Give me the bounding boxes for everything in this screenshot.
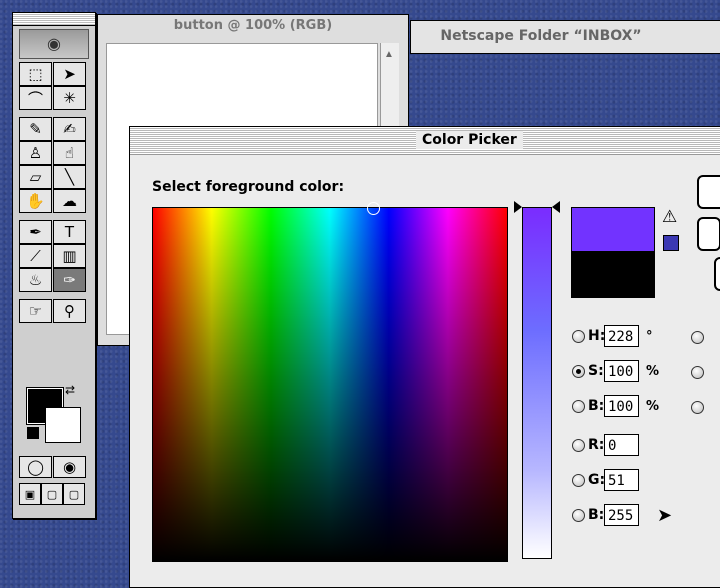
magic-wand-tool-icon[interactable]: ✳ (53, 86, 86, 110)
brightness-row: B: 100 % (572, 394, 659, 418)
sponge-tool-icon[interactable]: ☁ (53, 189, 86, 213)
hue-field[interactable]: 228 (604, 325, 639, 347)
quick-mask-mode-icon[interactable]: ◉ (53, 456, 86, 478)
pen-tool-icon[interactable]: ✒ (19, 220, 52, 244)
red-row: R: 0 (572, 433, 639, 457)
swap-colors-icon[interactable]: ⇄ (65, 383, 75, 397)
mouse-cursor-icon: ➤ (657, 505, 673, 525)
lab-a-radio[interactable] (691, 366, 704, 379)
type-tool-icon[interactable]: T (53, 220, 86, 244)
line-tool-icon[interactable]: ╲ (53, 165, 86, 189)
green-label: G: (588, 472, 606, 488)
standard-mode-icon[interactable]: ◯ (19, 456, 52, 478)
slider-left-arrow-icon[interactable] (514, 201, 522, 213)
eyedropper-tool-icon[interactable]: ✑ (53, 268, 86, 292)
gamut-warning-swatch[interactable] (663, 235, 679, 251)
cancel-button[interactable] (697, 217, 720, 251)
blue-field[interactable]: 255 (604, 504, 639, 526)
brightness-unit: % (646, 398, 660, 414)
green-row: G: 51 (572, 468, 639, 492)
lab-b-radio[interactable] (691, 401, 704, 414)
blue-radio[interactable] (572, 508, 585, 522)
hue-row: H: 228 ° (572, 324, 653, 348)
saturation-row: S: 100 % (572, 359, 659, 383)
rubber-stamp-tool-icon[interactable]: ♙ (19, 141, 52, 165)
paint-bucket-tool-icon[interactable]: ♨ (19, 268, 52, 292)
brightness-radio[interactable] (572, 399, 585, 413)
saturation-unit: % (646, 363, 660, 379)
dodge-tool-icon[interactable]: ✋ (19, 189, 52, 213)
blue-label: B: (588, 507, 605, 523)
background-color-swatch[interactable] (45, 407, 81, 443)
green-field[interactable]: 51 (604, 469, 639, 491)
marquee-tool-icon[interactable]: ⬚ (19, 62, 52, 86)
custom-button[interactable] (714, 257, 720, 291)
eye-logo-icon: ◉ (19, 29, 89, 59)
select-foreground-label: Select foreground color: (152, 179, 345, 195)
screen-mode-full-icon[interactable]: ▢ (63, 483, 85, 505)
gradient-tool-icon[interactable]: ▥ (53, 244, 86, 268)
smudge-tool-icon[interactable]: ☝ (53, 141, 86, 165)
default-colors-icon[interactable] (27, 427, 39, 439)
hue-label: H: (588, 328, 606, 344)
saturation-label: S: (588, 363, 604, 379)
color-slider[interactable] (522, 207, 552, 559)
move-tool-icon[interactable]: ➤ (53, 62, 86, 86)
screen-mode-standard-icon[interactable]: ▣ (19, 483, 41, 505)
ok-button[interactable] (697, 175, 720, 209)
saturation-field[interactable]: 100 (604, 360, 639, 382)
red-radio[interactable] (572, 438, 585, 452)
scroll-up-arrow-icon[interactable]: ▲ (384, 49, 394, 60)
color-picker-title: Color Picker (416, 131, 523, 149)
netscape-window-title[interactable]: Netscape Folder “INBOX” (411, 21, 671, 51)
brightness-field[interactable]: 100 (604, 395, 639, 417)
toolbox-palette: ◉ ⬚ ➤ ⌒ ✳ ✎ ✍ ♙ ☝ ▱ ╲ ✋ ☁ ✒ T ⟋ ▥ ♨ ✑ ☞ … (12, 12, 96, 519)
hand-tool-icon[interactable]: ☞ (19, 299, 52, 323)
color-field[interactable] (152, 202, 508, 562)
current-color-preview (571, 251, 655, 298)
zoom-tool-icon[interactable]: ⚲ (53, 299, 86, 323)
hue-unit: ° (646, 328, 653, 344)
paintbrush-tool-icon[interactable]: ✍ (53, 117, 86, 141)
brightness-label: B: (588, 398, 605, 414)
lab-l-radio[interactable] (691, 331, 704, 344)
blue-row: B: 255 (572, 503, 639, 527)
green-radio[interactable] (572, 473, 585, 487)
gamut-warning-icon[interactable]: ⚠ (662, 207, 677, 227)
red-field[interactable]: 0 (604, 434, 639, 456)
eraser-tool-icon[interactable]: ▱ (19, 165, 52, 189)
new-color-preview (571, 207, 655, 253)
netscape-window: Netscape Folder “INBOX” (410, 20, 720, 54)
hue-radio[interactable] (572, 329, 585, 343)
document-window-title[interactable]: button @ 100% (RGB) (98, 15, 408, 37)
slider-right-arrow-icon[interactable] (552, 201, 560, 213)
toolbox-titlebar[interactable] (13, 13, 95, 26)
lasso-tool-icon[interactable]: ⌒ (19, 86, 52, 110)
color-field-marker[interactable] (367, 202, 380, 215)
airbrush-tool-icon[interactable]: ✎ (19, 117, 52, 141)
saturation-radio[interactable] (572, 364, 585, 378)
measure-tool-icon[interactable]: ⟋ (19, 244, 52, 268)
screen-mode-full-menu-icon[interactable]: ▢ (41, 483, 63, 505)
red-label: R: (588, 437, 605, 453)
color-picker-dialog: Color Picker Select foreground color: ⚠ … (129, 126, 720, 588)
